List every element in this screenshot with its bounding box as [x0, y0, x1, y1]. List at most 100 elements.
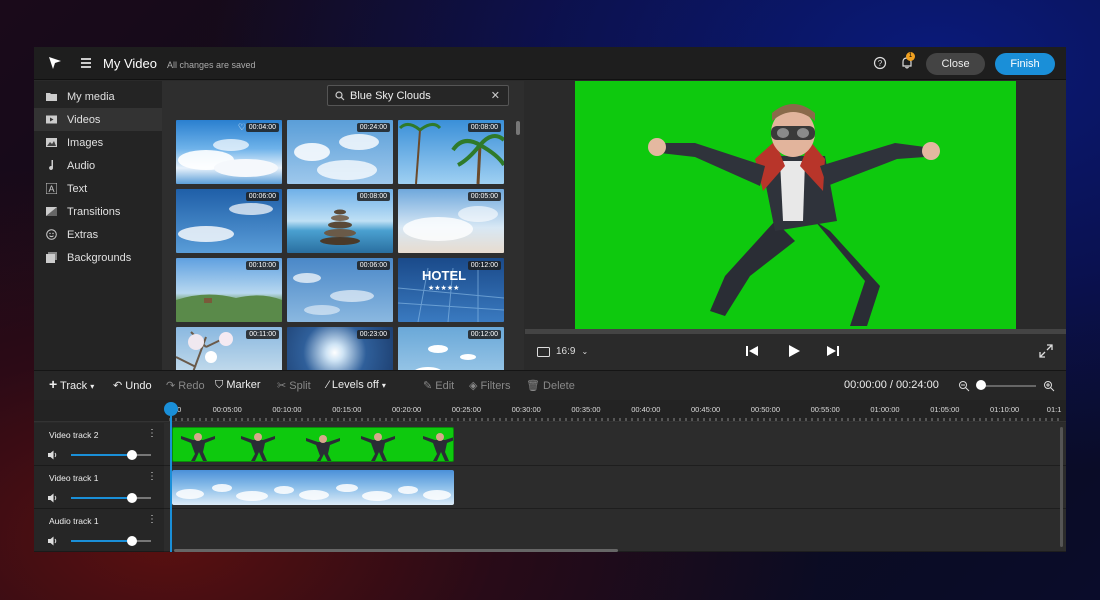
sidebar-item-transitions[interactable]: Transitions	[34, 200, 162, 223]
marker-label: Marker	[226, 379, 261, 391]
redo-button[interactable]: ↷ Redo	[166, 379, 205, 392]
sky-clip[interactable]	[172, 470, 454, 505]
media-thumbnail[interactable]: 00:10:00	[176, 258, 282, 322]
media-thumbnail[interactable]: HOTEL ★★★★★ 00:12:00	[398, 258, 504, 322]
timeline-ruler[interactable]: 0000:05:0000:10:0000:15:0000:20:0000:25:…	[34, 400, 1066, 422]
sidebar-item-my-media[interactable]: My media	[34, 85, 162, 108]
zoom-slider-track[interactable]	[980, 385, 1036, 387]
marker-button[interactable]: ⛉ Marker	[215, 379, 261, 392]
track-lane-video-1[interactable]	[164, 466, 1066, 509]
green-screen-clip[interactable]	[172, 427, 454, 462]
search-input[interactable]: Blue Sky Clouds ✕	[327, 85, 509, 106]
project-title[interactable]: My Video	[103, 56, 157, 71]
preview-progress-bar[interactable]	[525, 329, 1066, 334]
thumbnail-duration: 00:05:00	[467, 192, 501, 201]
app-logo-icon[interactable]	[48, 56, 62, 70]
ruler-tick-label: 01:00:00	[870, 405, 900, 414]
menu-icon[interactable]	[81, 58, 91, 70]
add-track-button[interactable]: + Track ▾	[49, 377, 94, 392]
folder-icon	[46, 93, 57, 101]
video-icon	[46, 115, 57, 124]
timeline-toolbar: + Track ▾ ↶ Undo ↷ Redo ⛉ Marker ✂ Split…	[34, 370, 1066, 400]
sidebar-item-text[interactable]: A Text	[34, 177, 162, 200]
finish-button[interactable]: Finish	[995, 53, 1055, 75]
sidebar-item-label: Images	[67, 136, 104, 149]
volume-slider-fill	[71, 454, 131, 456]
edit-button[interactable]: ✎ Edit	[423, 379, 454, 392]
media-thumbnail[interactable]: 00:06:00	[287, 258, 393, 322]
ruler-tick-label: 01:10:00	[990, 405, 1020, 414]
filters-button[interactable]: ◈ Filters	[469, 379, 510, 392]
track-lane-video-2[interactable]	[164, 423, 1066, 466]
track-name[interactable]: Audio track 1	[49, 516, 99, 526]
delete-button[interactable]: 🗑 Delete	[526, 379, 575, 392]
play-icon[interactable]	[787, 344, 801, 358]
ruler-tick-label: 00:35:00	[571, 405, 601, 414]
sidebar-item-videos[interactable]: Videos	[34, 108, 162, 131]
split-button[interactable]: ✂ Split	[277, 379, 311, 392]
fullscreen-icon[interactable]	[1039, 344, 1053, 358]
levels-button[interactable]: ⁄ Levels off ▾	[327, 379, 386, 391]
volume-slider-handle[interactable]	[127, 450, 137, 460]
more-options-icon[interactable]: ⋮	[147, 471, 157, 482]
favorite-heart-icon[interactable]: ♡	[238, 122, 246, 133]
undo-label: Undo	[125, 380, 152, 392]
sidebar-item-label: My media	[67, 90, 115, 103]
zoom-slider-handle[interactable]	[976, 380, 986, 390]
timeline-horizontal-scrollbar[interactable]	[174, 549, 618, 552]
zoom-in-icon[interactable]	[1043, 380, 1055, 392]
playhead-handle[interactable]	[164, 402, 178, 416]
track-name[interactable]: Video track 1	[49, 473, 98, 483]
more-options-icon[interactable]: ⋮	[147, 514, 157, 525]
preview-canvas[interactable]	[575, 81, 1016, 329]
aspect-ratio-selector[interactable]: 16:9 ⌄	[537, 346, 588, 357]
volume-icon[interactable]	[48, 536, 59, 546]
track-name[interactable]: Video track 2	[49, 430, 98, 440]
volume-slider-handle[interactable]	[127, 493, 137, 503]
video-editor-window: My Video All changes are saved ? 1 Close…	[34, 47, 1066, 552]
save-status: All changes are saved	[167, 60, 256, 70]
notification-badge: 1	[906, 52, 915, 61]
undo-button[interactable]: ↶ Undo	[113, 379, 152, 392]
media-thumbnail[interactable]: 00:08:00	[287, 189, 393, 253]
marker-icon: ⛉	[215, 379, 224, 391]
media-scrollbar[interactable]	[516, 121, 520, 135]
track-lane-audio-1[interactable]	[164, 509, 1066, 552]
media-thumbnail[interactable]: 00:11:00	[176, 327, 282, 370]
ruler-tick-label: 00:45:00	[691, 405, 721, 414]
media-sidebar: My media Videos Images Audio A Text Tran…	[34, 81, 162, 370]
clip-frames	[181, 433, 453, 461]
sidebar-item-extras[interactable]: Extras	[34, 223, 162, 246]
chevron-down-icon: ⌄	[581, 347, 589, 356]
media-thumbnail[interactable]: 00:05:00	[398, 189, 504, 253]
volume-icon[interactable]	[48, 450, 59, 460]
edit-label: Edit	[435, 380, 455, 392]
media-thumbnail[interactable]: 00:08:00	[398, 120, 504, 184]
media-thumbnail[interactable]: 00:12:00	[398, 327, 504, 370]
media-thumbnail[interactable]: 00:06:00	[176, 189, 282, 253]
skip-forward-icon[interactable]	[826, 344, 840, 358]
media-thumbnail[interactable]: ♡ 00:04:00	[176, 120, 282, 184]
zoom-out-icon[interactable]	[958, 380, 970, 392]
volume-slider-fill	[71, 540, 131, 542]
more-options-icon[interactable]: ⋮	[147, 428, 157, 439]
timeline-vertical-scrollbar[interactable]	[1060, 427, 1063, 547]
sidebar-item-images[interactable]: Images	[34, 131, 162, 154]
split-label: Split	[289, 380, 311, 392]
sidebar-item-backgrounds[interactable]: Backgrounds	[34, 246, 162, 269]
ruler-tick-label: 00:55:00	[810, 405, 840, 414]
ruler-tick-label: 00:10:00	[272, 405, 302, 414]
sidebar-item-label: Text	[67, 182, 88, 195]
close-button[interactable]: Close	[926, 53, 985, 75]
volume-icon[interactable]	[48, 493, 59, 503]
media-thumbnail[interactable]: 00:24:00	[287, 120, 393, 184]
sidebar-item-audio[interactable]: Audio	[34, 154, 162, 177]
clear-search-icon[interactable]: ✕	[491, 89, 500, 102]
help-icon[interactable]: ?	[873, 56, 887, 70]
add-track-label: Track	[60, 380, 88, 392]
search-icon	[335, 91, 345, 101]
volume-slider-handle[interactable]	[127, 536, 137, 546]
media-thumbnail[interactable]: 00:23:00	[287, 327, 393, 370]
skip-back-icon[interactable]	[745, 344, 759, 358]
trash-icon: 🗑	[526, 380, 540, 392]
